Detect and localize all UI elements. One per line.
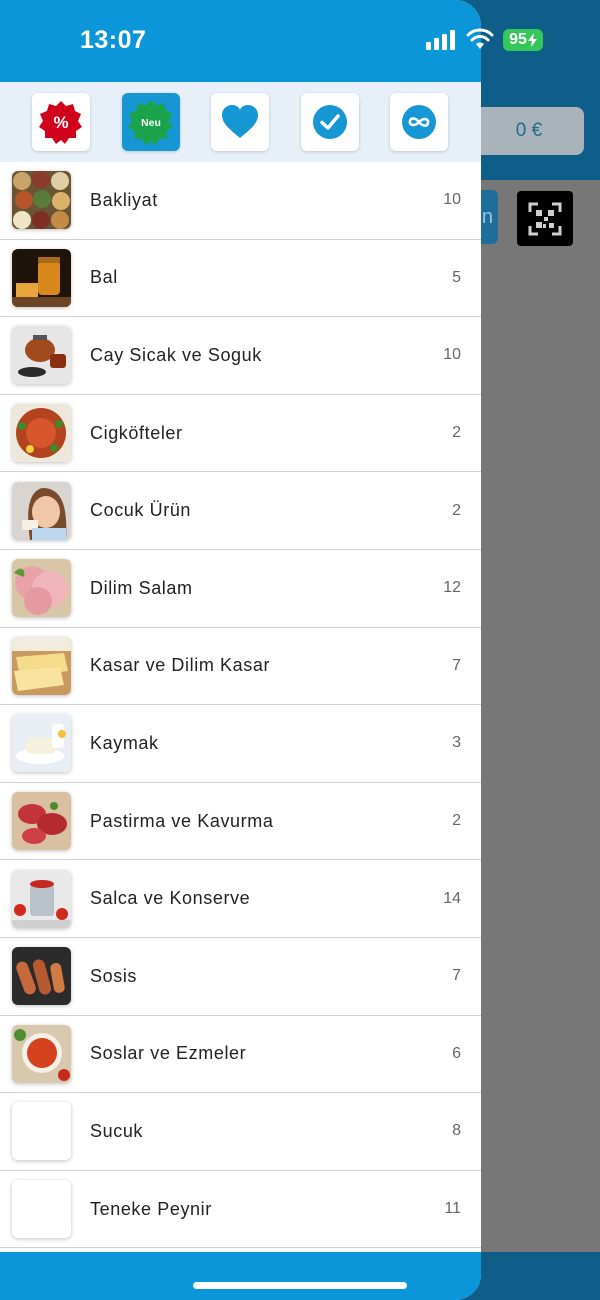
category-row-soslar-ve-ezmeler[interactable]: Soslar ve Ezmeler 6 (0, 1015, 481, 1094)
category-label: Bakliyat (90, 189, 158, 210)
background-cart-total: 0 € (470, 107, 584, 155)
filter-new-button[interactable]: Neu (122, 93, 180, 151)
svg-text:%: % (53, 113, 68, 132)
category-thumbnail (12, 248, 71, 307)
filter-bar: % Neu (0, 82, 481, 162)
category-thumbnail (12, 714, 71, 773)
category-label: Soslar ve Ezmeler (90, 1043, 247, 1064)
charging-bolt-icon (527, 33, 537, 47)
category-row-bakliyat[interactable]: Bakliyat 10 (0, 162, 481, 240)
category-label: Cigköfteler (90, 422, 183, 443)
category-count: 8 (452, 1122, 461, 1140)
heart-icon (222, 105, 258, 138)
category-label: Cay Sicak ve Soguk (90, 344, 262, 365)
category-count: 2 (452, 424, 461, 442)
filter-discount-button[interactable]: % (32, 93, 90, 151)
qr-code-icon (517, 191, 573, 246)
category-row-teneke-peynir[interactable]: Teneke Peynir 11 (0, 1170, 481, 1249)
category-row-kasar-ve-dilim-kasar[interactable]: Kasar ve Dilim Kasar 7 (0, 627, 481, 706)
category-count: 2 (452, 501, 461, 519)
check-circle-icon (313, 105, 347, 139)
category-label: Kaymak (90, 732, 159, 753)
category-count: 11 (444, 1200, 461, 1218)
filter-favorites-button[interactable] (211, 93, 269, 151)
category-label: Teneke Peynir (90, 1198, 212, 1219)
category-row-sosis[interactable]: Sosis 7 (0, 937, 481, 1016)
category-count: 3 (452, 734, 461, 752)
category-count: 7 (452, 656, 461, 674)
percent-badge-icon: % (39, 101, 82, 144)
cellular-signal-icon (426, 30, 455, 50)
category-label: Pastirma ve Kavurma (90, 810, 274, 831)
category-count: 2 (452, 812, 461, 830)
status-time: 13:07 (80, 26, 147, 54)
status-bar: 13:07 (0, 0, 481, 82)
category-row-bal[interactable]: Bal 5 (0, 239, 481, 318)
category-thumbnail (12, 481, 71, 540)
category-label: Kasar ve Dilim Kasar (90, 655, 271, 676)
category-row-dilim-salam[interactable]: Dilim Salam 12 (0, 549, 481, 628)
category-thumbnail-placeholder (12, 1180, 71, 1239)
category-thumbnail (12, 1024, 71, 1083)
battery-icon: 95 (503, 29, 543, 51)
infinity-icon (402, 105, 436, 139)
category-thumbnail (12, 326, 71, 385)
category-count: 7 (452, 967, 461, 985)
category-thumbnail-placeholder (12, 1102, 71, 1161)
category-row-cay-sicak-ve-soguk[interactable]: Cay Sicak ve Soguk 10 (0, 317, 481, 395)
category-drawer: 13:07 % Neu Bakliyat 10 Bal 5 Cay Sicak … (0, 0, 481, 1300)
category-label: Sosis (90, 965, 138, 986)
category-count: 6 (452, 1044, 461, 1062)
category-label: Sucuk (90, 1120, 144, 1141)
category-label: Cocuk Ürün (90, 500, 192, 521)
filter-all-button[interactable] (390, 93, 448, 151)
category-thumbnail (12, 869, 71, 928)
bottom-bar (0, 1252, 481, 1300)
category-row-cocuk-urun[interactable]: Cocuk Ürün 2 (0, 472, 481, 550)
home-indicator[interactable] (193, 1282, 407, 1289)
category-row-pastirma-ve-kavurma[interactable]: Pastirma ve Kavurma 2 (0, 782, 481, 861)
category-row-salca-ve-konserve[interactable]: Salca ve Konserve 14 (0, 860, 481, 938)
category-thumbnail (12, 404, 71, 463)
category-thumbnail (12, 559, 71, 618)
category-label: Dilim Salam (90, 577, 193, 598)
category-row-sucuk[interactable]: Sucuk 8 (0, 1093, 481, 1171)
category-count: 10 (443, 346, 461, 364)
category-count: 12 (443, 579, 461, 597)
category-count: 14 (443, 889, 461, 907)
category-label: Salca ve Konserve (90, 888, 251, 909)
category-thumbnail (12, 947, 71, 1006)
svg-text:Neu: Neu (141, 118, 161, 129)
category-row-cigkofteler[interactable]: Cigköfteler 2 (0, 394, 481, 473)
category-count: 5 (452, 268, 461, 286)
category-list: Bakliyat 10 Bal 5 Cay Sicak ve Soguk 10 … (0, 162, 481, 1252)
new-badge-icon: Neu (128, 100, 173, 145)
category-count: 10 (443, 191, 461, 209)
battery-level: 95 (509, 31, 527, 48)
filter-checked-button[interactable] (301, 93, 359, 151)
category-thumbnail (12, 792, 71, 851)
category-label: Bal (90, 267, 118, 288)
category-row-kaymak[interactable]: Kaymak 3 (0, 705, 481, 783)
wifi-icon (466, 28, 494, 49)
category-thumbnail (12, 171, 71, 230)
category-thumbnail (12, 636, 71, 695)
